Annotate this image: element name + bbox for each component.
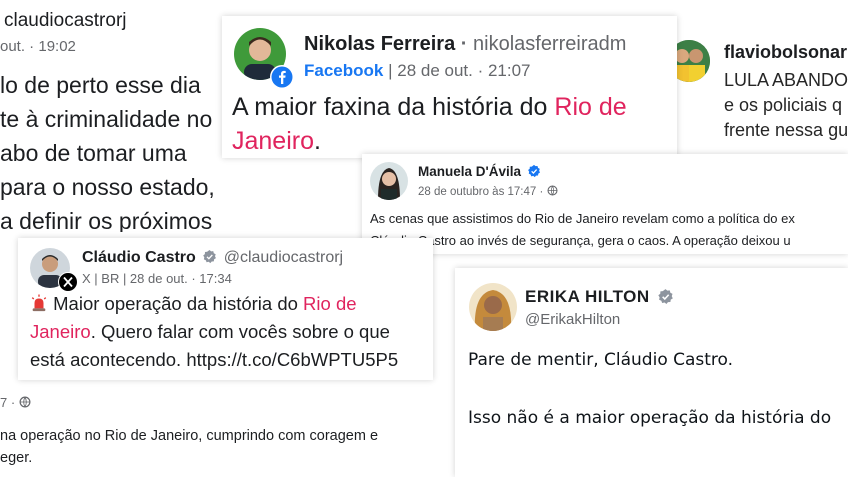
post-author-handle: @ErikakHilton (525, 311, 621, 328)
avatar (469, 283, 517, 331)
post-text-line: para o nosso estado, (0, 174, 215, 200)
post-timestamp: 7 · (0, 395, 31, 410)
post-text-highlight: Janeiro (232, 127, 314, 155)
post-cropped-bottom-left: 7 · na operação no Rio de Janeiro, cumpr… (0, 380, 440, 477)
x-logo-icon (58, 272, 78, 292)
post-text-line: . (314, 127, 321, 155)
globe-icon (19, 396, 31, 408)
post-text-line: abo de tomar uma (0, 140, 187, 166)
post-text-highlight: Rio de (303, 293, 357, 314)
post-text-line: a definir os próximos (0, 208, 213, 232)
post-text-line: e os policiais q (724, 95, 843, 115)
facebook-icon (270, 65, 294, 89)
post-author-handle: nikolasferreiradm (473, 33, 627, 55)
post-header: ERIKA HILTON (525, 287, 674, 307)
separator-dot: · (460, 33, 468, 55)
post-author-name: ERIKA HILTON (525, 287, 650, 306)
post-text-highlight: Janeiro (30, 321, 91, 342)
post-claudio-castro: Cláudio Castro @claudiocastrorj X | BR |… (18, 238, 433, 380)
post-author-handle: claudiocastrorj (4, 10, 127, 31)
verified-badge-icon (527, 164, 540, 178)
post-text-line: na operação no Rio de Janeiro, cumprindo… (0, 428, 379, 444)
post-author-name: flaviobolsonar (724, 42, 848, 62)
post-text-line: Maior operação da história do (48, 293, 304, 314)
avatar (370, 162, 408, 200)
post-text-line: eger. (0, 450, 33, 466)
post-text-highlight: Rio de (554, 93, 627, 121)
post-header: Nikolas Ferreira · nikolasferreiradm (304, 33, 626, 56)
post-timestamp-text: 7 · (0, 395, 16, 410)
post-timestamp: | 28 de out. · 21:07 (388, 61, 531, 80)
post-header: Cláudio Castro @claudiocastrorj (82, 249, 343, 267)
post-timestamp: 28 de outubro às 17:47 · (418, 185, 558, 198)
globe-icon (547, 185, 558, 196)
post-text-line: frente nessa gu (724, 120, 848, 140)
post-nikolas: Nikolas Ferreira · nikolasferreiradm Fac… (222, 16, 677, 158)
post-meta: Facebook | 28 de out. · 21:07 (304, 61, 531, 81)
post-text-line: Isso não é a maior operação da história … (468, 408, 832, 428)
post-text-line: . Quero falar com vocês sobre o que (90, 321, 390, 342)
post-timestamp: X | BR | 28 de out. · 17:34 (82, 271, 232, 286)
post-author-name: Cláudio Castro (82, 249, 196, 266)
post-flavio: flaviobolsonar LULA ABANDO e os policiai… (660, 28, 848, 153)
post-timestamp: out. · 19:02 (0, 38, 76, 55)
post-text: lo de perto esse dia te à criminalidade … (0, 68, 215, 232)
post-text-line: As cenas que assistimos do Rio de Janeir… (370, 211, 795, 226)
post-text-line: está acontecendo. https://t.co/C6bWPTU5P… (30, 349, 399, 370)
post-author-handle: @claudiocastrorj (223, 249, 344, 266)
post-author-name: Manuela D'Ávila (418, 164, 521, 179)
post-text-line: te à criminalidade no (0, 106, 213, 132)
siren-icon (31, 294, 47, 312)
verified-badge-icon (658, 288, 673, 304)
post-timestamp-text: 28 de outubro às 17:47 · (418, 186, 544, 198)
post-text: Maior operação da história do Rio de Jan… (30, 290, 398, 374)
post-text: A maior faxina da história do Rio de Jan… (232, 90, 627, 158)
post-text-line: A maior faxina da história do (232, 93, 555, 121)
post-text-line: Pare de mentir, Cláudio Castro. (468, 350, 734, 370)
post-text-line: LULA ABANDO (724, 70, 848, 90)
post-manuela: Manuela D'Ávila 28 de outubro às 17:47 ·… (362, 154, 848, 254)
post-text-line: lo de perto esse dia (0, 72, 201, 98)
verified-badge-icon (203, 250, 217, 264)
post-text-line: Cláudio Castro ao invés de segurança, ge… (370, 233, 791, 248)
post-claudio-cropped-top-left: claudiocastrorj out. · 19:02 lo de perto… (0, 0, 235, 232)
platform-label: Facebook (304, 61, 384, 80)
post-erika-hilton: ERIKA HILTON @ErikakHilton Pare de menti… (455, 268, 848, 477)
post-author-name: Nikolas Ferreira (304, 33, 456, 55)
post-header: Manuela D'Ávila (418, 164, 541, 179)
